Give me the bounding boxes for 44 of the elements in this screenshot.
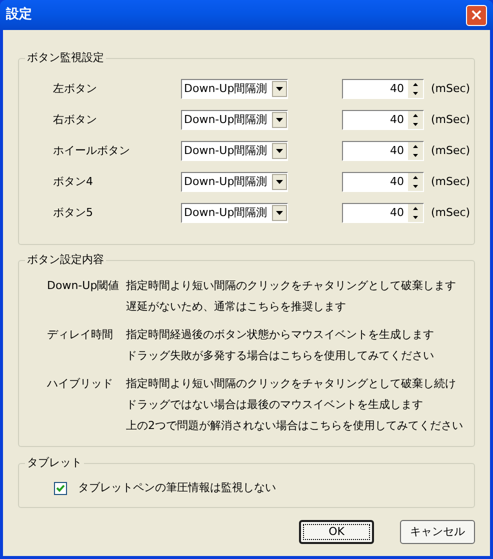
mode-dropdown[interactable]: Down-Up間隔測 (181, 79, 288, 99)
unit-label: (mSec) (431, 112, 470, 128)
button-label: 右ボタン (53, 112, 98, 128)
interval-spinbox[interactable]: 40 (342, 172, 424, 192)
mode-description: 指定時間より短い間隔のクリックをチャタリングとして破棄します (126, 278, 456, 294)
checkbox-label: タブレットペンの筆圧情報は監視しない (78, 480, 276, 496)
unit-label: (mSec) (431, 204, 470, 221)
unit-label: (mSec) (431, 174, 470, 190)
interval-spinbox[interactable]: 40 (342, 141, 424, 161)
mode-name: ディレイ時間 (47, 327, 114, 343)
spin-arrows-icon (408, 111, 423, 129)
mode-description: 指定時間経過後のボタン状態からマウスイベントを生成します (126, 327, 434, 343)
mode-description: 指定時間より短い間隔のクリックをチャタリングとして破棄し続け (126, 376, 457, 392)
dialog-button[interactable]: OK (299, 520, 374, 544)
group-title: ボタン設定内容 (25, 252, 106, 268)
mode-dropdown[interactable]: Down-Up間隔測 (181, 110, 288, 130)
group-title: タブレット (25, 455, 84, 471)
group-title: ボタン監視設定 (25, 50, 106, 66)
unit-label: (mSec) (431, 142, 470, 159)
interval-spinbox[interactable]: 40 (342, 79, 424, 99)
button-label: ボタン4 (53, 174, 94, 190)
button-label: ボタン5 (53, 204, 94, 221)
mode-description: 上の2つで問題が解消されない場合はこちらを使用してみてください (126, 418, 463, 434)
mode-name: ハイブリッド (47, 376, 114, 392)
interval-spinbox[interactable]: 40 (342, 203, 424, 223)
unit-label: (mSec) (431, 80, 470, 97)
dialog-button[interactable]: キャンセル (400, 520, 475, 544)
spin-arrows-icon (408, 204, 423, 222)
checkbox[interactable] (54, 482, 67, 494)
mode-dropdown[interactable]: Down-Up間隔測 (181, 141, 288, 161)
mode-name: Down-Up閾値 (47, 278, 120, 294)
mode-description: ドラッグではない場合は最後のマウスイベントを生成します (126, 397, 424, 413)
spin-arrows-icon (408, 80, 423, 98)
window-title: 設定 (6, 6, 32, 24)
spin-arrows-icon (408, 173, 423, 191)
mode-description: 遅延がないため、通常はこちらを推奨します (126, 299, 347, 315)
button-label: ホイールボタン (53, 142, 131, 159)
spin-arrows-icon (408, 142, 423, 160)
button-label: 左ボタン (53, 80, 98, 97)
mode-dropdown[interactable]: Down-Up間隔測 (181, 172, 288, 192)
mode-description: ドラッグ失敗が多発する場合はこちらを使用してみてください (126, 348, 434, 364)
interval-spinbox[interactable]: 40 (342, 110, 424, 130)
close-button[interactable]: × (466, 4, 487, 26)
mode-dropdown[interactable]: Down-Up間隔測 (181, 203, 288, 223)
